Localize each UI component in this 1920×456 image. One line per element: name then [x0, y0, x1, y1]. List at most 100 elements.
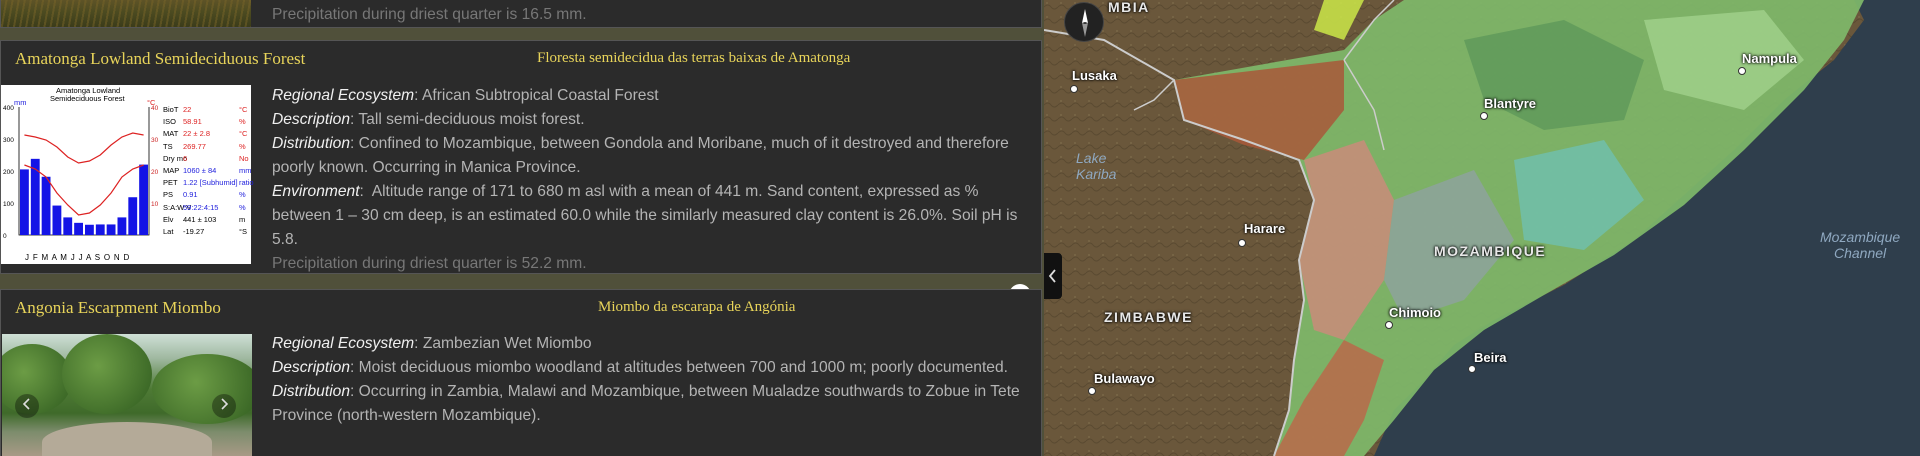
stat-unit: °C — [239, 105, 248, 114]
precip-bar — [41, 176, 51, 235]
ecosystem-card-angonia[interactable]: Angonia Escarpment Miombo Miombo da esca… — [0, 289, 1042, 456]
previous-card-photo — [1, 0, 251, 27]
climate-left-unit: mm — [14, 98, 27, 107]
chevron-left-icon — [22, 398, 30, 410]
stat-key: Elv — [163, 214, 174, 224]
chevron-right-icon — [221, 398, 229, 410]
stat-key: MAT — [163, 129, 179, 139]
ecosystem-card-amatonga[interactable]: Amatonga Lowland Semideciduous Forest Fl… — [0, 40, 1042, 306]
stat-value: 441 ± 103 — [183, 214, 217, 224]
distribution-row: Distribution: Occurring in Zambia, Malaw… — [272, 383, 1020, 424]
precip-bar — [85, 224, 94, 235]
city-chimoio[interactable]: Chimoio — [1389, 305, 1441, 320]
lake-label-line1: Lake — [1076, 150, 1107, 166]
previous-card-text: Precipitation during driest quarter is 1… — [272, 3, 1032, 27]
stat-value: 58.91 — [183, 117, 202, 127]
precip-bar — [74, 222, 83, 235]
label-lake-kariba: Lake Kariba — [1076, 150, 1116, 182]
temp-max-line — [24, 132, 144, 164]
photo-prev-button[interactable] — [15, 394, 39, 418]
city-nampula[interactable]: Nampula — [1742, 51, 1797, 66]
city-harare[interactable]: Harare — [1244, 221, 1285, 236]
channel-label-line2: Channel — [1834, 245, 1887, 261]
stat-value: 0.91 — [183, 190, 198, 200]
precip-bar — [139, 164, 148, 235]
description-value: Moist deciduous miombo woodland at altit… — [358, 359, 1008, 376]
regional-ecosystem-value: Zambezian Wet Miombo — [422, 335, 592, 352]
stat-key: PET — [163, 178, 178, 188]
label-mozambique: MOZAMBIQUE — [1434, 243, 1547, 259]
photo-next-button[interactable] — [212, 394, 236, 418]
climate-right-tick: 20 — [151, 169, 159, 176]
climate-left-tick: 100 — [3, 201, 14, 208]
compass-button[interactable] — [1064, 2, 1104, 42]
stat-key: ISO — [163, 117, 176, 127]
distribution-row: Distribution: Confined to Mozambique, be… — [272, 135, 1009, 176]
stat-key: BioT — [163, 105, 179, 114]
environment-row: Environment: Altitude range of 171 to 68… — [272, 183, 1018, 248]
distribution-label: Distribution — [272, 383, 350, 400]
stat-unit: ratio — [239, 178, 254, 188]
precip-bar — [106, 224, 116, 235]
climate-diagram[interactable]: Amatonga Lowland Semideciduous Forest mm… — [1, 85, 254, 264]
city-blantyre[interactable]: Blantyre — [1484, 96, 1536, 111]
city-dot-harare[interactable] — [1238, 239, 1246, 247]
precipitation-row: Precipitation during driest quarter is 5… — [272, 255, 587, 272]
stat-value: 22 — [183, 105, 192, 114]
city-lusaka[interactable]: Lusaka — [1072, 68, 1117, 83]
stat-value: 1.22 [Subhumid] — [183, 178, 238, 188]
precip-bar — [63, 217, 73, 235]
city-dot-blantyre[interactable] — [1480, 112, 1488, 120]
collapse-panel-button[interactable] — [1044, 253, 1062, 299]
description-label: Description — [272, 359, 350, 376]
stat-unit: m — [239, 214, 246, 224]
regional-ecosystem-label: Regional Ecosystem — [272, 335, 415, 352]
stat-unit: °C — [239, 129, 248, 139]
compass-icon — [1082, 9, 1088, 37]
distribution-label: Distribution — [272, 135, 350, 152]
environment-value: Altitude range of 171 to 680 m asl with … — [272, 183, 1018, 248]
card-title-pt: Miombo da escarapa de Angónia — [598, 299, 796, 315]
precip-bar — [52, 205, 62, 235]
city-beira[interactable]: Beira — [1474, 350, 1507, 365]
distribution-value: Confined to Mozambique, between Gondola … — [272, 135, 1009, 176]
climate-left-tick: 0 — [3, 233, 7, 240]
map-canvas[interactable] — [1044, 0, 1920, 456]
description-row: Description: Tall semi-deciduous moist f… — [272, 111, 585, 128]
stat-unit: mm — [239, 166, 252, 175]
city-dot-chimoio[interactable] — [1385, 321, 1393, 329]
city-dot-beira[interactable] — [1468, 365, 1476, 373]
card2-body: Regional Ecosystem: Zambezian Wet Miombo… — [272, 332, 1032, 428]
stat-unit: % — [239, 202, 246, 212]
stat-unit: °S — [239, 227, 248, 236]
climate-right-tick: 10 — [151, 201, 159, 208]
chevron-left-icon — [1048, 269, 1056, 283]
ecosystem-list-panel: Precipitation during driest quarter is 1… — [0, 0, 1044, 456]
stat-key: MAP — [163, 166, 180, 175]
stat-unit: % — [239, 141, 246, 151]
environment-label: Environment — [272, 183, 360, 200]
regional-ecosystem-label: Regional Ecosystem — [272, 87, 415, 104]
stat-value: 6 — [183, 153, 188, 163]
city-dot-nampula[interactable] — [1738, 67, 1746, 75]
precip-bar — [30, 158, 40, 235]
stat-unit: % — [239, 190, 246, 200]
card-title-en: Angonia Escarpment Miombo — [15, 298, 221, 317]
climate-left-tick: 400 — [3, 105, 14, 112]
stat-key: TS — [163, 141, 173, 151]
distribution-value: Occurring in Zambia, Malawi and Mozambiq… — [272, 383, 1020, 424]
climate-left-tick: 200 — [3, 169, 14, 176]
precip-bar — [117, 217, 127, 235]
label-mozambique-channel: Mozambique Channel — [1820, 229, 1900, 261]
city-dot-lusaka[interactable] — [1070, 85, 1078, 93]
previous-ecosystem-card: Precipitation during driest quarter is 1… — [0, 0, 1042, 28]
stat-key: Lat — [163, 227, 174, 236]
stat-value: -19.27 — [183, 227, 205, 236]
description-row: Description: Moist deciduous miombo wood… — [272, 359, 1008, 376]
city-bulawayo[interactable]: Bulawayo — [1094, 371, 1155, 386]
stat-unit: No — [239, 153, 249, 163]
climate-right-tick: 30 — [151, 137, 159, 144]
city-dot-bulawayo[interactable] — [1088, 387, 1096, 395]
map-view[interactable]: MBIA ZIMBABWE MOZAMBIQUE Lake Kariba Moz… — [1044, 0, 1920, 456]
ecosystem-photo — [2, 334, 252, 456]
